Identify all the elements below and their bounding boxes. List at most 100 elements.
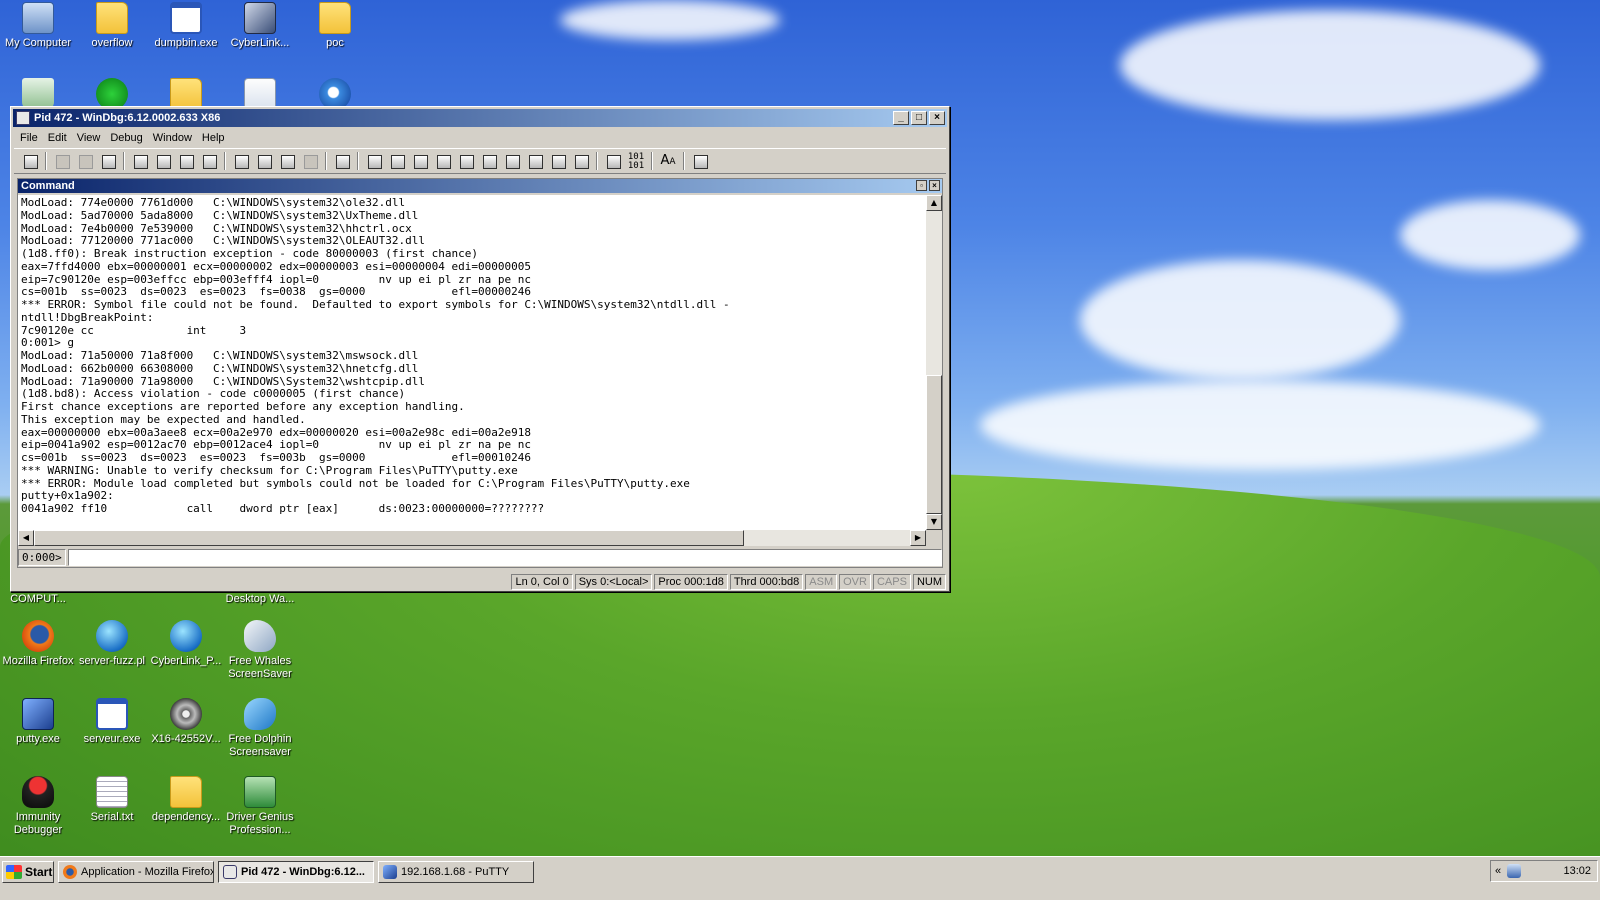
scratch-pad-icon[interactable] bbox=[525, 152, 545, 170]
restart-icon[interactable] bbox=[153, 152, 173, 170]
desktop-icon-putty[interactable]: putty.exe bbox=[0, 698, 76, 746]
command-window-icon[interactable] bbox=[364, 152, 384, 170]
desktop-icon-immunity[interactable]: Immunity Debugger bbox=[0, 776, 76, 837]
toolbar-separator bbox=[596, 152, 598, 170]
close-pane-icon[interactable]: × bbox=[929, 180, 940, 191]
wallpaper-cloud bbox=[1400, 200, 1580, 270]
close-button[interactable]: × bbox=[929, 111, 945, 125]
scroll-left-icon[interactable]: ◀ bbox=[18, 530, 34, 546]
command-input[interactable] bbox=[67, 548, 942, 566]
dock-pane-icon[interactable]: ▫ bbox=[916, 180, 927, 191]
locals-window-icon[interactable] bbox=[410, 152, 430, 170]
status-asm: ASM bbox=[805, 574, 838, 590]
toolbar-separator bbox=[224, 152, 226, 170]
font-icon[interactable]: AA bbox=[658, 152, 678, 170]
vertical-scrollbar[interactable]: ▲ ▼ bbox=[926, 195, 942, 530]
driver-genius-icon bbox=[244, 776, 276, 808]
task-button-firefox[interactable]: Application - Mozilla Firefox bbox=[58, 861, 214, 883]
copy-icon[interactable] bbox=[75, 152, 95, 170]
memory-window-icon[interactable] bbox=[456, 152, 476, 170]
desktop-icon-overflow[interactable]: overflow bbox=[74, 2, 150, 50]
scroll-up-icon[interactable]: ▲ bbox=[926, 195, 942, 211]
windbg-window[interactable]: Pid 472 - WinDbg:6.12.0002.633 X86 _ □ ×… bbox=[10, 106, 950, 592]
desktop-icon-dependency[interactable]: dependency... bbox=[148, 776, 224, 824]
options-icon[interactable] bbox=[690, 152, 710, 170]
start-button[interactable]: Start bbox=[2, 861, 54, 883]
desktop-icon-firefox[interactable]: Mozilla Firefox bbox=[0, 620, 76, 668]
hscroll-thumb[interactable] bbox=[34, 530, 744, 546]
maximize-button[interactable]: □ bbox=[911, 111, 927, 125]
task-button-windbg[interactable]: Pid 472 - WinDbg:6.12... bbox=[218, 861, 374, 883]
menu-help[interactable]: Help bbox=[197, 132, 230, 144]
menu-file[interactable]: File bbox=[15, 132, 43, 144]
menu-window[interactable]: Window bbox=[148, 132, 197, 144]
wallpaper-cloud bbox=[1080, 260, 1400, 380]
output-line: *** ERROR: Module load completed but sym… bbox=[21, 476, 690, 490]
go-icon[interactable] bbox=[130, 152, 150, 170]
hex-display-icon[interactable]: 101 101 bbox=[626, 152, 646, 171]
desktop-icon-free-whales[interactable]: Free Whales ScreenSaver bbox=[222, 620, 298, 681]
output-line: 7c90120e cc int 3 bbox=[21, 323, 247, 337]
step-into-icon[interactable] bbox=[231, 152, 251, 170]
window-titlebar[interactable]: Pid 472 - WinDbg:6.12.0002.633 X86 _ □ × bbox=[13, 109, 947, 127]
menu-edit[interactable]: Edit bbox=[43, 132, 72, 144]
run-to-cursor-icon[interactable] bbox=[300, 152, 320, 170]
toolbar-separator bbox=[325, 152, 327, 170]
desktop-icon-free-dolphin[interactable]: Free Dolphin Screensaver bbox=[222, 698, 298, 759]
command-prompt: 0:000> bbox=[18, 548, 66, 566]
stop-debugging-icon[interactable] bbox=[176, 152, 196, 170]
step-out-icon[interactable] bbox=[277, 152, 297, 170]
desktop-icon-iso[interactable]: X16-42552V... bbox=[148, 698, 224, 746]
desktop-icon-poc[interactable]: poc bbox=[297, 2, 373, 50]
menu-debug[interactable]: Debug bbox=[105, 132, 147, 144]
watch-window-icon[interactable] bbox=[387, 152, 407, 170]
desktop-icon-server-fuzz[interactable]: server-fuzz.pl bbox=[74, 620, 150, 668]
step-over-icon[interactable] bbox=[254, 152, 274, 170]
command-row: 0:000> bbox=[18, 548, 942, 566]
folder-icon bbox=[96, 2, 128, 34]
cut-icon[interactable] bbox=[52, 152, 72, 170]
disassembly-window-icon[interactable] bbox=[502, 152, 522, 170]
firefox-icon bbox=[63, 865, 77, 879]
dolphin-icon bbox=[244, 698, 276, 730]
horizontal-scrollbar[interactable]: ◀ ▶ bbox=[18, 530, 926, 546]
desktop-icon-serial[interactable]: Serial.txt bbox=[74, 776, 150, 824]
task-button-putty[interactable]: 192.168.1.68 - PuTTY bbox=[378, 861, 534, 883]
source-mode-toggle-icon[interactable] bbox=[603, 152, 623, 170]
call-stack-window-icon[interactable] bbox=[479, 152, 499, 170]
desktop-icon-dumpbin[interactable]: dumpbin.exe bbox=[148, 2, 224, 50]
open-icon[interactable] bbox=[20, 152, 40, 170]
command-output[interactable]: ModLoad: 774e0000 7761d000 C:\WINDOWS\sy… bbox=[18, 195, 926, 530]
desktop-icon-label-desktop-wa[interactable]: Desktop Wa... bbox=[222, 593, 298, 606]
desktop-icon-label-computer[interactable]: COMPUT... bbox=[0, 593, 76, 606]
desktop-icon-serveur[interactable]: serveur.exe bbox=[74, 698, 150, 746]
toolbar-separator bbox=[357, 152, 359, 170]
processes-threads-icon[interactable] bbox=[548, 152, 568, 170]
taskbar: Start Application - Mozilla Firefox Pid … bbox=[0, 856, 1600, 900]
detach-icon[interactable] bbox=[199, 152, 219, 170]
iso-disc-icon bbox=[170, 698, 202, 730]
source-mode-icon[interactable] bbox=[571, 152, 591, 170]
breakpoint-hand-icon[interactable] bbox=[332, 152, 352, 170]
command-pane: Command ▫ × ModLoad: 774e0000 7761d000 C… bbox=[17, 178, 943, 568]
output-line: ModLoad: 662b0000 66308000 C:\WINDOWS\sy… bbox=[21, 361, 419, 375]
registers-window-icon[interactable] bbox=[433, 152, 453, 170]
scroll-thumb[interactable] bbox=[926, 375, 942, 514]
desktop-icon-cyberlink[interactable]: CyberLink... bbox=[222, 2, 298, 50]
network-icon[interactable] bbox=[1507, 864, 1522, 878]
desktop-icon-driver-genius[interactable]: Driver Genius Profession... bbox=[222, 776, 298, 837]
desktop-icon-my-computer[interactable]: My Computer bbox=[0, 2, 76, 50]
minimize-button[interactable]: _ bbox=[893, 111, 909, 125]
menu-view[interactable]: View bbox=[72, 132, 106, 144]
paste-icon[interactable] bbox=[98, 152, 118, 170]
output-line: *** WARNING: Unable to verify checksum f… bbox=[21, 463, 518, 477]
desktop-icon-cyberlink-p[interactable]: CyberLink_P... bbox=[148, 620, 224, 668]
wallpaper-cloud bbox=[980, 380, 1540, 470]
folder-icon bbox=[319, 2, 351, 34]
status-ovr: OVR bbox=[839, 574, 871, 590]
output-line: (1d8.ff0): Break instruction exception -… bbox=[21, 247, 478, 260]
scroll-down-icon[interactable]: ▼ bbox=[926, 514, 942, 530]
scroll-right-icon[interactable]: ▶ bbox=[910, 530, 926, 546]
tray-expand-button[interactable]: « bbox=[1495, 865, 1501, 877]
whale-icon bbox=[244, 620, 276, 652]
